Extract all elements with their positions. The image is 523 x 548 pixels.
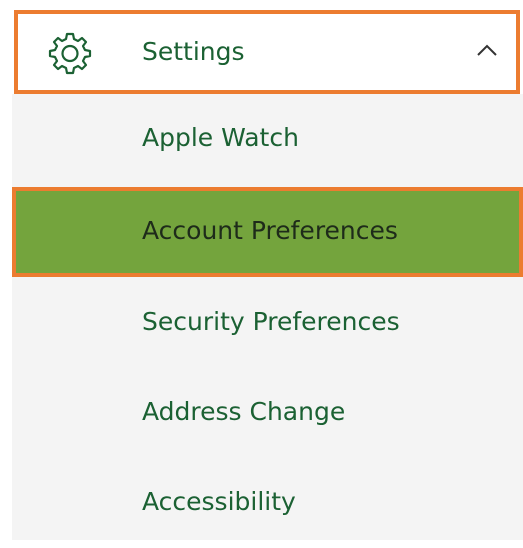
settings-label: Settings: [142, 37, 245, 66]
menu-item-label: Security Preferences: [142, 307, 400, 336]
menu-item-account-preferences[interactable]: Account Preferences: [12, 187, 523, 277]
menu-item-address-change[interactable]: Address Change: [12, 368, 523, 458]
menu-item-label: Apple Watch: [142, 123, 299, 152]
menu-item-label: Account Preferences: [142, 216, 398, 245]
settings-header-button[interactable]: Settings: [14, 10, 520, 94]
menu-item-apple-watch[interactable]: Apple Watch: [12, 94, 523, 184]
settings-submenu: Apple Watch Account Preferences Security…: [12, 94, 523, 540]
menu-item-security-preferences[interactable]: Security Preferences: [12, 278, 523, 368]
menu-item-label: Accessibility: [142, 487, 296, 516]
settings-menu: Settings Apple Watch Account Preferences…: [12, 6, 523, 540]
menu-item-accessibility[interactable]: Accessibility: [12, 458, 523, 548]
gear-icon: [48, 31, 92, 75]
menu-item-label: Address Change: [142, 397, 346, 426]
chevron-up-icon[interactable]: [476, 42, 498, 58]
